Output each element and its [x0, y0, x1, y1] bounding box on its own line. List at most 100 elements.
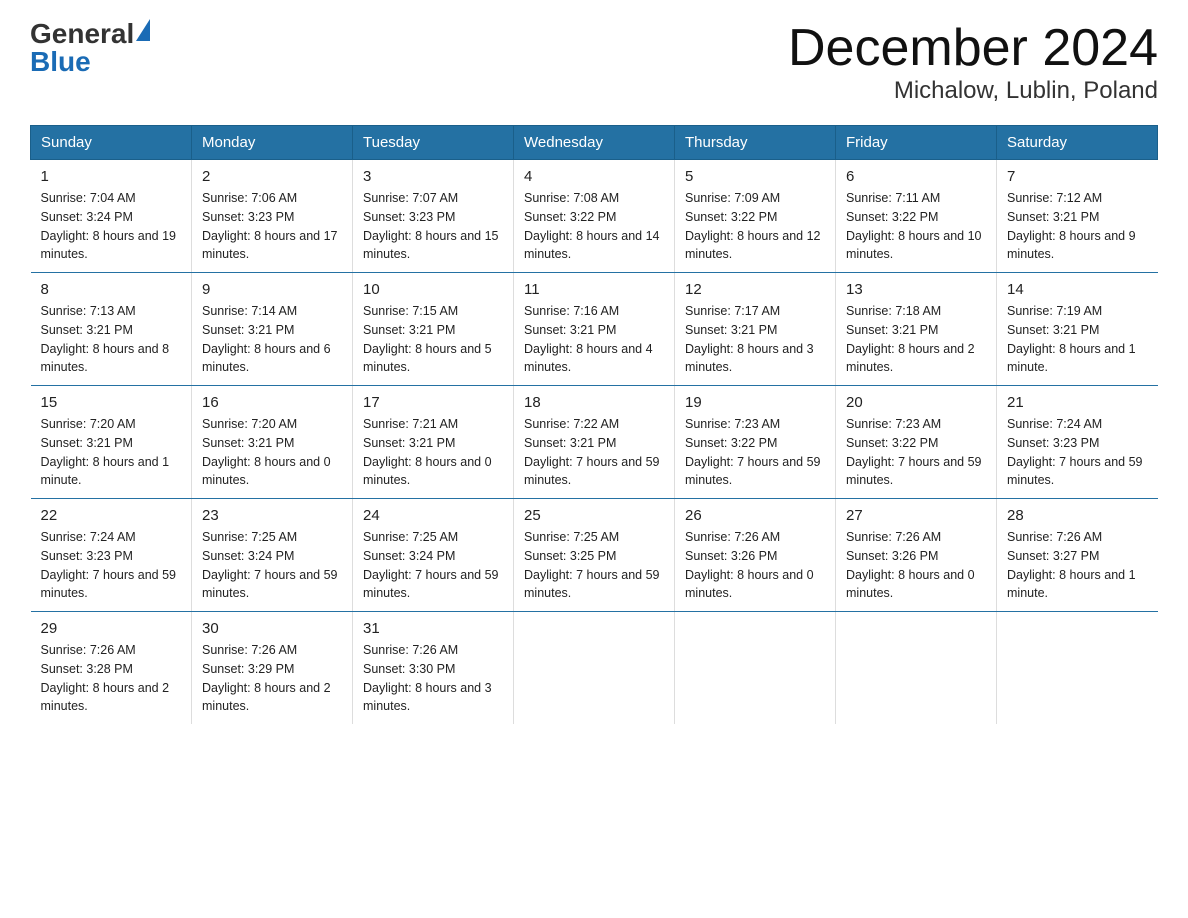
calendar-cell: 1 Sunrise: 7:04 AMSunset: 3:24 PMDayligh… [31, 160, 192, 273]
calendar-week-row: 29 Sunrise: 7:26 AMSunset: 3:28 PMDaylig… [31, 612, 1158, 725]
title-section: December 2024 Michalow, Lublin, Poland [788, 20, 1158, 105]
column-header-monday: Monday [192, 126, 353, 160]
day-number: 10 [363, 281, 503, 298]
day-number: 15 [41, 394, 182, 411]
calendar-cell: 15 Sunrise: 7:20 AMSunset: 3:21 PMDaylig… [31, 386, 192, 499]
logo-general-text: General [30, 20, 134, 48]
calendar-cell: 18 Sunrise: 7:22 AMSunset: 3:21 PMDaylig… [514, 386, 675, 499]
calendar-cell: 31 Sunrise: 7:26 AMSunset: 3:30 PMDaylig… [353, 612, 514, 725]
day-info: Sunrise: 7:06 AMSunset: 3:23 PMDaylight:… [202, 189, 342, 264]
calendar-cell: 17 Sunrise: 7:21 AMSunset: 3:21 PMDaylig… [353, 386, 514, 499]
day-number: 27 [846, 507, 986, 524]
column-header-wednesday: Wednesday [514, 126, 675, 160]
column-header-friday: Friday [836, 126, 997, 160]
day-info: Sunrise: 7:22 AMSunset: 3:21 PMDaylight:… [524, 415, 664, 490]
calendar-cell [675, 612, 836, 725]
day-number: 29 [41, 620, 182, 637]
day-number: 26 [685, 507, 825, 524]
calendar-week-row: 1 Sunrise: 7:04 AMSunset: 3:24 PMDayligh… [31, 160, 1158, 273]
day-number: 13 [846, 281, 986, 298]
day-info: Sunrise: 7:15 AMSunset: 3:21 PMDaylight:… [363, 302, 503, 377]
day-info: Sunrise: 7:12 AMSunset: 3:21 PMDaylight:… [1007, 189, 1148, 264]
day-number: 6 [846, 168, 986, 185]
calendar-cell: 13 Sunrise: 7:18 AMSunset: 3:21 PMDaylig… [836, 273, 997, 386]
day-number: 19 [685, 394, 825, 411]
location-title: Michalow, Lublin, Poland [788, 77, 1158, 105]
day-info: Sunrise: 7:26 AMSunset: 3:29 PMDaylight:… [202, 641, 342, 716]
calendar-cell: 9 Sunrise: 7:14 AMSunset: 3:21 PMDayligh… [192, 273, 353, 386]
day-info: Sunrise: 7:23 AMSunset: 3:22 PMDaylight:… [685, 415, 825, 490]
day-info: Sunrise: 7:24 AMSunset: 3:23 PMDaylight:… [1007, 415, 1148, 490]
day-number: 5 [685, 168, 825, 185]
calendar-cell: 21 Sunrise: 7:24 AMSunset: 3:23 PMDaylig… [997, 386, 1158, 499]
calendar-cell: 12 Sunrise: 7:17 AMSunset: 3:21 PMDaylig… [675, 273, 836, 386]
day-number: 4 [524, 168, 664, 185]
calendar-cell [836, 612, 997, 725]
day-number: 3 [363, 168, 503, 185]
month-title: December 2024 [788, 20, 1158, 77]
day-number: 21 [1007, 394, 1148, 411]
day-info: Sunrise: 7:26 AMSunset: 3:26 PMDaylight:… [846, 528, 986, 603]
calendar-cell: 16 Sunrise: 7:20 AMSunset: 3:21 PMDaylig… [192, 386, 353, 499]
day-info: Sunrise: 7:24 AMSunset: 3:23 PMDaylight:… [41, 528, 182, 603]
day-number: 16 [202, 394, 342, 411]
calendar-cell: 11 Sunrise: 7:16 AMSunset: 3:21 PMDaylig… [514, 273, 675, 386]
calendar-cell: 30 Sunrise: 7:26 AMSunset: 3:29 PMDaylig… [192, 612, 353, 725]
day-info: Sunrise: 7:07 AMSunset: 3:23 PMDaylight:… [363, 189, 503, 264]
day-number: 25 [524, 507, 664, 524]
logo: General Blue [30, 20, 150, 76]
logo-arrow-icon [136, 19, 150, 41]
calendar-cell: 20 Sunrise: 7:23 AMSunset: 3:22 PMDaylig… [836, 386, 997, 499]
day-info: Sunrise: 7:08 AMSunset: 3:22 PMDaylight:… [524, 189, 664, 264]
day-info: Sunrise: 7:20 AMSunset: 3:21 PMDaylight:… [202, 415, 342, 490]
calendar-week-row: 8 Sunrise: 7:13 AMSunset: 3:21 PMDayligh… [31, 273, 1158, 386]
day-number: 9 [202, 281, 342, 298]
day-info: Sunrise: 7:26 AMSunset: 3:28 PMDaylight:… [41, 641, 182, 716]
day-number: 17 [363, 394, 503, 411]
calendar-cell: 19 Sunrise: 7:23 AMSunset: 3:22 PMDaylig… [675, 386, 836, 499]
calendar-cell: 27 Sunrise: 7:26 AMSunset: 3:26 PMDaylig… [836, 499, 997, 612]
calendar-cell: 3 Sunrise: 7:07 AMSunset: 3:23 PMDayligh… [353, 160, 514, 273]
day-number: 2 [202, 168, 342, 185]
day-info: Sunrise: 7:19 AMSunset: 3:21 PMDaylight:… [1007, 302, 1148, 377]
calendar-cell: 28 Sunrise: 7:26 AMSunset: 3:27 PMDaylig… [997, 499, 1158, 612]
day-number: 23 [202, 507, 342, 524]
day-info: Sunrise: 7:26 AMSunset: 3:30 PMDaylight:… [363, 641, 503, 716]
calendar-header-row: SundayMondayTuesdayWednesdayThursdayFrid… [31, 126, 1158, 160]
calendar-cell: 10 Sunrise: 7:15 AMSunset: 3:21 PMDaylig… [353, 273, 514, 386]
column-header-tuesday: Tuesday [353, 126, 514, 160]
calendar-cell: 6 Sunrise: 7:11 AMSunset: 3:22 PMDayligh… [836, 160, 997, 273]
page-header: General Blue December 2024 Michalow, Lub… [30, 20, 1158, 105]
calendar-week-row: 22 Sunrise: 7:24 AMSunset: 3:23 PMDaylig… [31, 499, 1158, 612]
day-info: Sunrise: 7:04 AMSunset: 3:24 PMDaylight:… [41, 189, 182, 264]
day-number: 11 [524, 281, 664, 298]
day-number: 28 [1007, 507, 1148, 524]
day-info: Sunrise: 7:14 AMSunset: 3:21 PMDaylight:… [202, 302, 342, 377]
day-number: 20 [846, 394, 986, 411]
day-info: Sunrise: 7:25 AMSunset: 3:24 PMDaylight:… [202, 528, 342, 603]
day-info: Sunrise: 7:20 AMSunset: 3:21 PMDaylight:… [41, 415, 182, 490]
calendar-table: SundayMondayTuesdayWednesdayThursdayFrid… [30, 125, 1158, 724]
day-number: 24 [363, 507, 503, 524]
calendar-cell [514, 612, 675, 725]
day-info: Sunrise: 7:16 AMSunset: 3:21 PMDaylight:… [524, 302, 664, 377]
day-info: Sunrise: 7:25 AMSunset: 3:25 PMDaylight:… [524, 528, 664, 603]
day-info: Sunrise: 7:21 AMSunset: 3:21 PMDaylight:… [363, 415, 503, 490]
day-number: 31 [363, 620, 503, 637]
column-header-thursday: Thursday [675, 126, 836, 160]
day-info: Sunrise: 7:26 AMSunset: 3:26 PMDaylight:… [685, 528, 825, 603]
day-info: Sunrise: 7:25 AMSunset: 3:24 PMDaylight:… [363, 528, 503, 603]
day-info: Sunrise: 7:09 AMSunset: 3:22 PMDaylight:… [685, 189, 825, 264]
calendar-cell: 25 Sunrise: 7:25 AMSunset: 3:25 PMDaylig… [514, 499, 675, 612]
calendar-cell: 4 Sunrise: 7:08 AMSunset: 3:22 PMDayligh… [514, 160, 675, 273]
column-header-sunday: Sunday [31, 126, 192, 160]
day-number: 1 [41, 168, 182, 185]
day-number: 8 [41, 281, 182, 298]
day-number: 22 [41, 507, 182, 524]
calendar-cell: 22 Sunrise: 7:24 AMSunset: 3:23 PMDaylig… [31, 499, 192, 612]
column-header-saturday: Saturday [997, 126, 1158, 160]
day-number: 14 [1007, 281, 1148, 298]
calendar-cell: 23 Sunrise: 7:25 AMSunset: 3:24 PMDaylig… [192, 499, 353, 612]
calendar-cell: 14 Sunrise: 7:19 AMSunset: 3:21 PMDaylig… [997, 273, 1158, 386]
calendar-cell: 29 Sunrise: 7:26 AMSunset: 3:28 PMDaylig… [31, 612, 192, 725]
